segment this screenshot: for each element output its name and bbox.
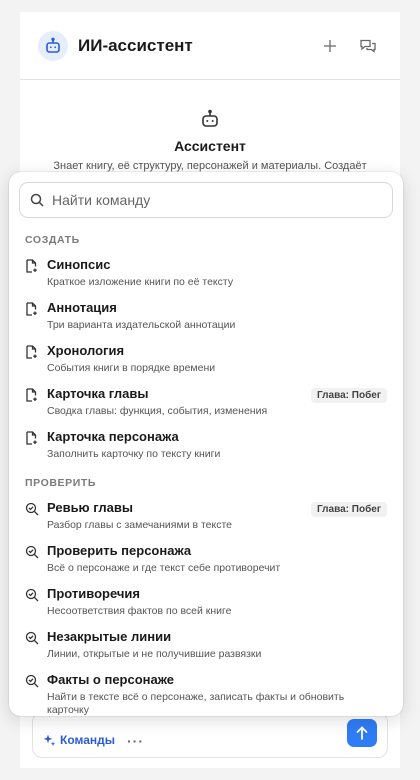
- panel-title: ИИ-ассистент: [78, 35, 193, 55]
- command-title: Карточка главы: [47, 386, 149, 401]
- panel-header: ИИ-ассистент: [20, 12, 400, 80]
- document-generate-icon: [25, 388, 39, 407]
- command-title: Аннотация: [47, 300, 117, 315]
- command-description: Краткое изложение книги по её тексту: [47, 276, 234, 288]
- zoom-check-icon: [25, 588, 39, 607]
- create-command-list: Синопсис Краткое изложение книги по её т…: [9, 252, 403, 467]
- search-icon: [30, 193, 44, 207]
- command-item-create-2[interactable]: Хронология События книги в порядке време…: [9, 338, 403, 381]
- command-item-create-4[interactable]: Карточка персонажа Заполнить карточку по…: [9, 424, 403, 467]
- command-description: Разбор главы с замечаниями в тексте: [47, 519, 233, 531]
- command-title: Факты о персонаже: [47, 672, 175, 687]
- zoom-check-icon: [25, 545, 39, 564]
- command-description: Три варианта издательской аннотации: [47, 319, 236, 331]
- document-generate-icon: [25, 259, 39, 278]
- command-item-check-2[interactable]: Противоречия Несоответствия фактов по вс…: [9, 581, 403, 624]
- command-title: Синопсис: [47, 257, 111, 272]
- zoom-check-icon: [25, 631, 39, 650]
- command-description: Сводка главы: функция, события, изменени…: [47, 405, 268, 417]
- more-options-button[interactable]: ···: [127, 734, 144, 748]
- robot-icon: [20, 108, 400, 130]
- command-item-check-4[interactable]: Факты о персонаже Найти в тексте всё о п…: [9, 667, 403, 716]
- new-chat-button[interactable]: [316, 32, 344, 60]
- command-title: Хронология: [47, 343, 125, 358]
- chat-history-icon: [360, 39, 376, 53]
- send-button[interactable]: [347, 719, 377, 747]
- command-item-create-0[interactable]: Синопсис Краткое изложение книги по её т…: [9, 252, 403, 295]
- command-title: Противоречия: [47, 586, 140, 601]
- command-title: Карточка персонажа: [47, 429, 179, 444]
- zoom-check-icon: [25, 502, 39, 521]
- intro-description: Знает книгу, её структуру, персонажей и …: [53, 160, 367, 172]
- command-item-check-3[interactable]: Незакрытые линии Линии, открытые и не по…: [9, 624, 403, 667]
- chapter-badge: Глава: Побег: [311, 502, 387, 517]
- command-description: Несоответствия фактов по всей книге: [47, 605, 232, 617]
- commands-label: Команды: [60, 733, 116, 747]
- command-description: Найти в тексте всё о персонаже, записать…: [47, 691, 345, 716]
- section-label-check: ПРОВЕРИТЬ: [25, 477, 97, 489]
- command-palette: СОЗДАТЬ Синопсис Краткое изложение книги…: [9, 172, 403, 716]
- zoom-check-icon: [25, 674, 39, 693]
- command-item-create-1[interactable]: Аннотация Три варианта издательской анно…: [9, 295, 403, 338]
- intro-title: Ассистент: [174, 138, 246, 154]
- plus-icon: [324, 39, 336, 52]
- sparkle-icon: [43, 734, 56, 746]
- command-description: Линии, открытые и не получившие развязки: [47, 648, 262, 660]
- assistant-intro: Ассистент Знает книгу, её структуру, пер…: [20, 80, 400, 172]
- command-search[interactable]: [19, 182, 393, 218]
- command-item-create-3[interactable]: Карточка главы Сводка главы: функция, со…: [9, 381, 403, 424]
- command-search-input[interactable]: [52, 192, 382, 208]
- document-generate-icon: [25, 431, 39, 450]
- command-item-check-1[interactable]: Проверить персонажа Всё о персонаже и гд…: [9, 538, 403, 581]
- message-composer[interactable]: Команды ···: [32, 712, 388, 758]
- chapter-badge: Глава: Побег: [311, 388, 387, 403]
- section-label-create: СОЗДАТЬ: [25, 234, 80, 246]
- arrow-up-icon: [356, 726, 368, 740]
- commands-button[interactable]: Команды: [43, 733, 115, 747]
- document-generate-icon: [25, 345, 39, 364]
- command-description: События книги в порядке времени: [47, 362, 216, 374]
- command-title: Проверить персонажа: [47, 543, 192, 558]
- command-description: Всё о персонаже и где текст себе противо…: [47, 562, 281, 574]
- chat-history-button[interactable]: [354, 32, 382, 60]
- bot-avatar-icon: [38, 30, 68, 61]
- command-title: Незакрытые линии: [47, 629, 172, 644]
- command-title: Ревью главы: [47, 500, 133, 515]
- command-description: Заполнить карточку по тексту книги: [47, 448, 221, 460]
- command-item-check-0[interactable]: Ревью главы Разбор главы с замечаниями в…: [9, 495, 403, 538]
- check-command-list: Ревью главы Разбор главы с замечаниями в…: [9, 495, 403, 716]
- document-generate-icon: [25, 302, 39, 321]
